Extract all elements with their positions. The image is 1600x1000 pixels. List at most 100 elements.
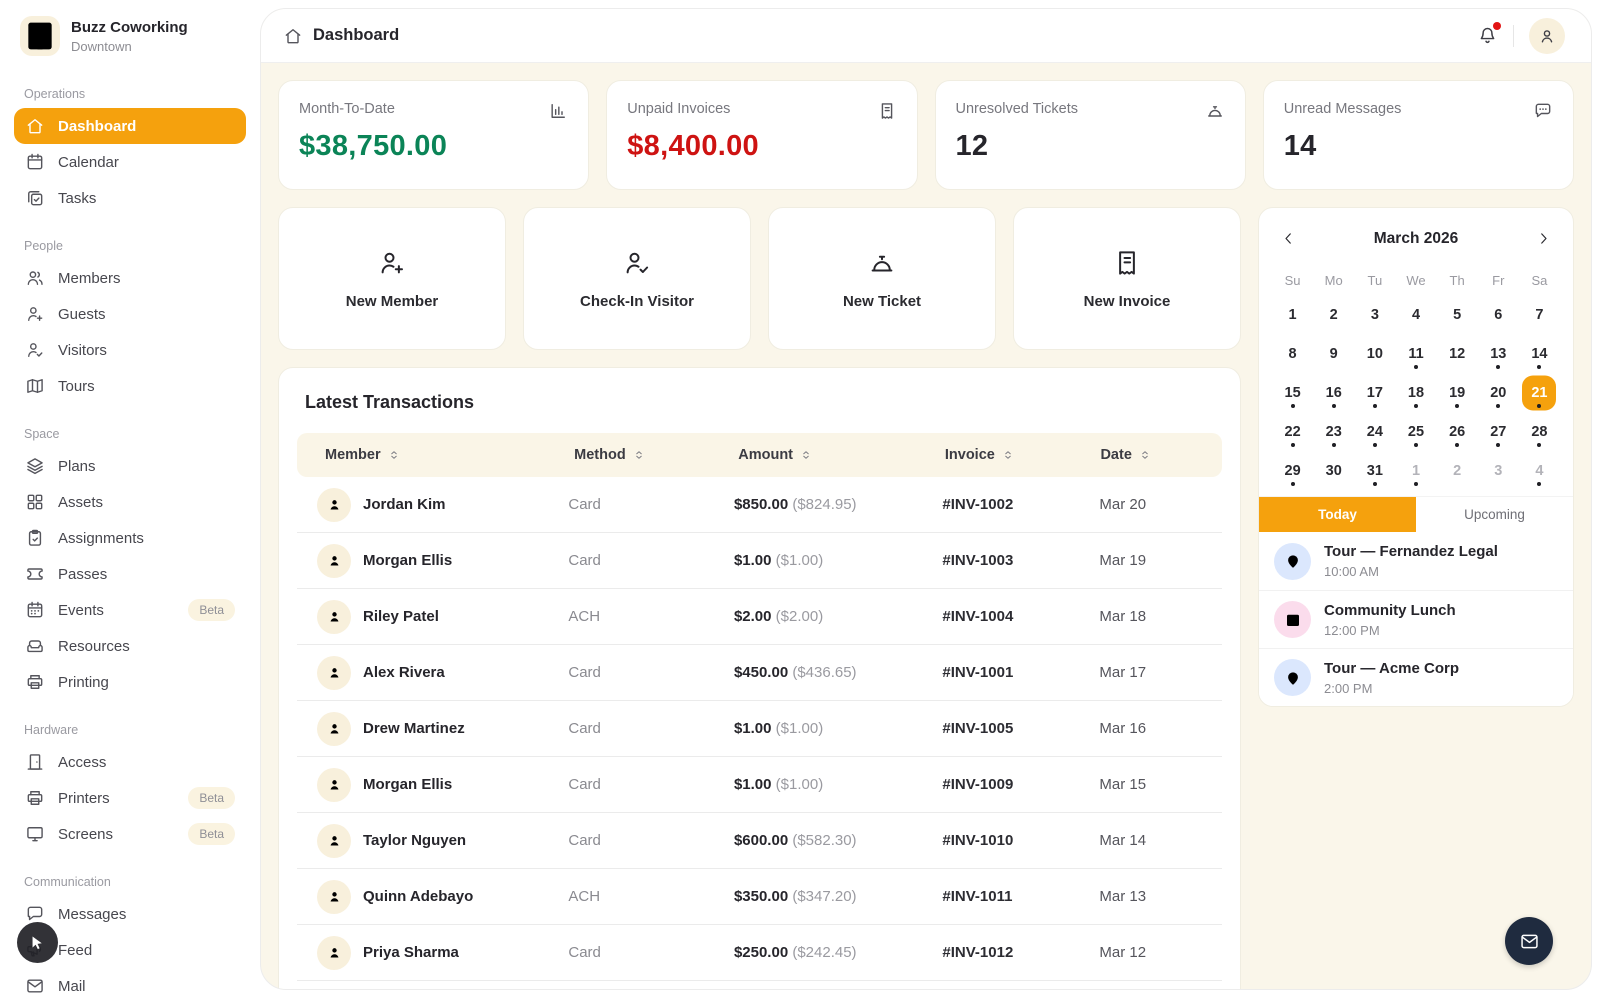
sidebar-item-guests[interactable]: Guests — [14, 296, 246, 332]
sidebar-item-messages[interactable]: Messages — [14, 896, 246, 932]
sidebar-item-tasks[interactable]: Tasks — [14, 180, 246, 216]
invoice-cell: #INV-1004 — [942, 608, 1099, 625]
calendar-day[interactable]: 24 — [1354, 412, 1395, 451]
calendar-next-button[interactable] — [1533, 228, 1554, 249]
sidebar-item-label: Printers — [58, 790, 110, 807]
sidebar-item-screens[interactable]: Screens Beta — [14, 816, 246, 852]
quick-action-new-invoice[interactable]: New Invoice — [1013, 207, 1241, 350]
date-cell: Mar 20 — [1099, 496, 1222, 513]
quick-action-new-member[interactable]: New Member — [278, 207, 506, 350]
event-item-tour-fernandez-legal[interactable]: Tour — Fernandez Legal 10:00 AM — [1259, 532, 1573, 590]
sidebar-item-label: Guests — [58, 306, 106, 323]
calendar-day[interactable]: 27 — [1478, 412, 1519, 451]
app-location: Downtown — [71, 39, 188, 54]
column-header-method[interactable]: Method — [574, 447, 738, 463]
column-header-amount[interactable]: Amount — [738, 447, 945, 463]
sidebar-item-events[interactable]: Events Beta — [14, 592, 246, 628]
calendar-day[interactable]: 11 — [1395, 334, 1436, 373]
event-dot — [1537, 404, 1541, 408]
sidebar-item-assignments[interactable]: Assignments — [14, 520, 246, 556]
sidebar-item-tours[interactable]: Tours — [14, 368, 246, 404]
calendar-day[interactable]: 12 — [1437, 334, 1478, 373]
calendar-day[interactable]: 3 — [1478, 451, 1519, 490]
event-item-tour-acme-corp[interactable]: Tour — Acme Corp 2:00 PM — [1259, 648, 1573, 706]
clipboard-check-icon — [25, 528, 45, 548]
calendar-day[interactable]: 2 — [1437, 451, 1478, 490]
calendar-day[interactable]: 9 — [1313, 334, 1354, 373]
invoice-cell: #INV-1010 — [942, 832, 1099, 849]
sidebar-item-printing[interactable]: Printing — [14, 664, 246, 700]
calendar-day-selected[interactable]: 21 — [1519, 373, 1560, 412]
sidebar-item-passes[interactable]: Passes — [14, 556, 246, 592]
sidebar-item-mail[interactable]: Mail — [14, 968, 246, 1000]
event-dot — [1496, 443, 1500, 447]
calendar-day[interactable]: 8 — [1272, 334, 1313, 373]
sidebar-item-calendar[interactable]: Calendar — [14, 144, 246, 180]
stat-label: Unread Messages — [1284, 101, 1402, 117]
calendar-day[interactable]: 31 — [1354, 451, 1395, 490]
sidebar-item-printers[interactable]: Printers Beta — [14, 780, 246, 816]
calendar-day[interactable]: 3 — [1354, 295, 1395, 334]
calendar-day[interactable]: 22 — [1272, 412, 1313, 451]
invoice-cell: #INV-1012 — [942, 944, 1099, 961]
column-header-date[interactable]: Date — [1100, 447, 1222, 463]
sidebar-item-access[interactable]: Access — [14, 744, 246, 780]
calendar-day[interactable]: 15 — [1272, 373, 1313, 412]
column-header-member[interactable]: Member — [325, 447, 574, 463]
calendar-day[interactable]: 5 — [1437, 295, 1478, 334]
calendar-day[interactable]: 30 — [1313, 451, 1354, 490]
calendar-day[interactable]: 14 — [1519, 334, 1560, 373]
calendar-day[interactable]: 25 — [1395, 412, 1436, 451]
date-cell: Mar 15 — [1099, 776, 1222, 793]
calendar-day[interactable]: 4 — [1519, 451, 1560, 490]
calendar-day[interactable]: 4 — [1395, 295, 1436, 334]
calendar-day[interactable]: 20 — [1478, 373, 1519, 412]
calendar-day[interactable]: 19 — [1437, 373, 1478, 412]
calendar-day[interactable]: 10 — [1354, 334, 1395, 373]
amount-cell: $2.00 ($2.00) — [734, 608, 942, 625]
sidebar-item-plans[interactable]: Plans — [14, 448, 246, 484]
invoice-cell: #INV-1005 — [942, 720, 1099, 737]
compose-mail-fab[interactable] — [1505, 917, 1553, 965]
calendar-day[interactable]: 26 — [1437, 412, 1478, 451]
member-cell: Morgan Ellis — [317, 544, 568, 578]
sidebar-item-dashboard[interactable]: Dashboard — [14, 108, 246, 144]
event-dot — [1414, 365, 1418, 369]
map-pin-icon — [1274, 659, 1311, 696]
calendar-day[interactable]: 2 — [1313, 295, 1354, 334]
calendar-day[interactable]: 16 — [1313, 373, 1354, 412]
calendar-prev-button[interactable] — [1278, 228, 1299, 249]
quick-action-check-in-visitor[interactable]: Check-In Visitor — [523, 207, 751, 350]
calendar-day[interactable]: 1 — [1272, 295, 1313, 334]
profile-avatar[interactable] — [1529, 18, 1565, 54]
sidebar-item-members[interactable]: Members — [14, 260, 246, 296]
method-cell: Card — [568, 496, 734, 513]
column-header-invoice[interactable]: Invoice — [945, 447, 1101, 463]
calendar-day[interactable]: 7 — [1519, 295, 1560, 334]
sidebar-item-resources[interactable]: Resources — [14, 628, 246, 664]
quick-action-new-ticket[interactable]: New Ticket — [768, 207, 996, 350]
calendar-day[interactable]: 28 — [1519, 412, 1560, 451]
event-dot — [1291, 404, 1295, 408]
events-list: Tour — Fernandez Legal 10:00 AM Communit… — [1259, 532, 1573, 706]
calendar-day[interactable]: 18 — [1395, 373, 1436, 412]
tab-upcoming[interactable]: Upcoming — [1416, 497, 1573, 532]
sidebar-item-visitors[interactable]: Visitors — [14, 332, 246, 368]
calendar-day[interactable]: 23 — [1313, 412, 1354, 451]
calendar-day[interactable]: 1 — [1395, 451, 1436, 490]
date-cell: Mar 14 — [1099, 832, 1222, 849]
member-name: Priya Sharma — [363, 944, 459, 961]
sidebar-item-feed[interactable]: Feed — [14, 932, 246, 968]
calendar-day[interactable]: 13 — [1478, 334, 1519, 373]
member-name: Morgan Ellis — [363, 776, 452, 793]
beta-badge: Beta — [188, 599, 235, 621]
date-cell: Mar 13 — [1099, 888, 1222, 905]
calendar-day[interactable]: 29 — [1272, 451, 1313, 490]
tab-today[interactable]: Today — [1259, 497, 1416, 532]
invoice-cell: #INV-1009 — [942, 776, 1099, 793]
event-item-community-lunch[interactable]: Community Lunch 12:00 PM — [1259, 590, 1573, 648]
notifications-button[interactable] — [1477, 25, 1498, 46]
calendar-day[interactable]: 17 — [1354, 373, 1395, 412]
sidebar-item-assets[interactable]: Assets — [14, 484, 246, 520]
calendar-day[interactable]: 6 — [1478, 295, 1519, 334]
